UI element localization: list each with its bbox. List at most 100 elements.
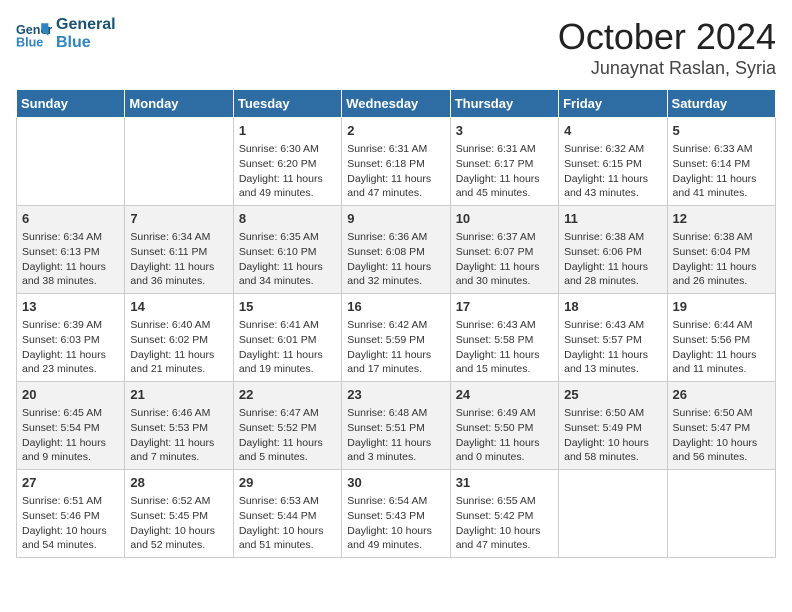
daylight-text: Daylight: 11 hours and 3 minutes. <box>347 436 444 465</box>
sunset-text: Sunset: 5:53 PM <box>130 421 227 436</box>
col-header-thursday: Thursday <box>450 90 558 118</box>
calendar-cell: 25Sunrise: 6:50 AMSunset: 5:49 PMDayligh… <box>559 382 667 470</box>
day-number: 18 <box>564 298 661 316</box>
sunset-text: Sunset: 6:03 PM <box>22 333 119 348</box>
daylight-text: Daylight: 10 hours and 54 minutes. <box>22 524 119 553</box>
daylight-text: Daylight: 11 hours and 0 minutes. <box>456 436 553 465</box>
daylight-text: Daylight: 11 hours and 15 minutes. <box>456 348 553 377</box>
location-title: Junaynat Raslan, Syria <box>558 58 776 79</box>
sunset-text: Sunset: 5:57 PM <box>564 333 661 348</box>
daylight-text: Daylight: 11 hours and 21 minutes. <box>130 348 227 377</box>
daylight-text: Daylight: 10 hours and 49 minutes. <box>347 524 444 553</box>
calendar-cell: 3Sunrise: 6:31 AMSunset: 6:17 PMDaylight… <box>450 118 558 206</box>
calendar-week-3: 13 Sunrise: 6:39 AMSunset: 6:03 PM Dayligh… <box>17 294 776 382</box>
sunrise-text: Sunrise: 6:53 AM <box>239 494 336 509</box>
sunrise-text: Sunrise: 6:37 AM <box>456 230 553 245</box>
daylight-text: Daylight: 11 hours and 34 minutes. <box>239 260 336 289</box>
daylight-text: Daylight: 10 hours and 51 minutes. <box>239 524 336 553</box>
day-number: 15 <box>239 298 336 316</box>
day-number: 25 <box>564 386 661 404</box>
calendar-cell: 31Sunrise: 6:55 AMSunset: 5:42 PMDayligh… <box>450 470 558 558</box>
calendar-cell: 11Sunrise: 6:38 AMSunset: 6:06 PMDayligh… <box>559 206 667 294</box>
day-number: 5 <box>673 122 770 140</box>
sunrise-text: Sunrise: 6:49 AM <box>456 406 553 421</box>
daylight-text: Daylight: 11 hours and 30 minutes. <box>456 260 553 289</box>
sunset-text: Sunset: 5:51 PM <box>347 421 444 436</box>
logo-blue: Blue <box>56 34 116 52</box>
logo-icon: General Blue <box>16 16 52 52</box>
daylight-text: Daylight: 10 hours and 47 minutes. <box>456 524 553 553</box>
daylight-text: Daylight: 11 hours and 28 minutes. <box>564 260 661 289</box>
day-number: 17 <box>456 298 553 316</box>
calendar-cell: 19Sunrise: 6:44 AMSunset: 5:56 PMDayligh… <box>667 294 775 382</box>
day-number: 11 <box>564 210 661 228</box>
sunset-text: Sunset: 5:52 PM <box>239 421 336 436</box>
daylight-text: Daylight: 11 hours and 26 minutes. <box>673 260 770 289</box>
col-header-wednesday: Wednesday <box>342 90 450 118</box>
calendar-cell: 5Sunrise: 6:33 AMSunset: 6:14 PMDaylight… <box>667 118 775 206</box>
sunrise-text: Sunrise: 6:34 AM <box>22 230 119 245</box>
sunset-text: Sunset: 6:13 PM <box>22 245 119 260</box>
sunrise-text: Sunrise: 6:33 AM <box>673 142 770 157</box>
calendar-cell: 4Sunrise: 6:32 AMSunset: 6:15 PMDaylight… <box>559 118 667 206</box>
calendar-cell: 17Sunrise: 6:43 AMSunset: 5:58 PMDayligh… <box>450 294 558 382</box>
daylight-text: Daylight: 11 hours and 49 minutes. <box>239 172 336 201</box>
day-number: 20 <box>22 386 119 404</box>
sunset-text: Sunset: 6:18 PM <box>347 157 444 172</box>
day-number: 12 <box>673 210 770 228</box>
calendar-week-5: 27Sunrise: 6:51 AMSunset: 5:46 PMDayligh… <box>17 470 776 558</box>
calendar-cell: 18Sunrise: 6:43 AMSunset: 5:57 PMDayligh… <box>559 294 667 382</box>
calendar-cell: 10Sunrise: 6:37 AMSunset: 6:07 PMDayligh… <box>450 206 558 294</box>
daylight-text: Daylight: 11 hours and 19 minutes. <box>239 348 336 377</box>
daylight-text: Daylight: 11 hours and 11 minutes. <box>673 348 770 377</box>
daylight-text: Daylight: 10 hours and 56 minutes. <box>673 436 770 465</box>
sunset-text: Sunset: 6:08 PM <box>347 245 444 260</box>
calendar-cell: 7Sunrise: 6:34 AMSunset: 6:11 PMDaylight… <box>125 206 233 294</box>
daylight-text: Daylight: 11 hours and 13 minutes. <box>564 348 661 377</box>
calendar-cell: 8Sunrise: 6:35 AMSunset: 6:10 PMDaylight… <box>233 206 341 294</box>
day-number: 27 <box>22 474 119 492</box>
sunset-text: Sunset: 6:14 PM <box>673 157 770 172</box>
sunrise-text: Sunrise: 6:52 AM <box>130 494 227 509</box>
sunset-text: Sunset: 5:59 PM <box>347 333 444 348</box>
sunrise-text: Sunrise: 6:36 AM <box>347 230 444 245</box>
calendar-cell: 21Sunrise: 6:46 AMSunset: 5:53 PMDayligh… <box>125 382 233 470</box>
day-number: 9 <box>347 210 444 228</box>
sunset-text: Sunset: 6:02 PM <box>130 333 227 348</box>
sunset-text: Sunset: 5:46 PM <box>22 509 119 524</box>
day-number: 21 <box>130 386 227 404</box>
sunrise-text: Sunrise: 6:31 AM <box>347 142 444 157</box>
day-number: 29 <box>239 474 336 492</box>
sunset-text: Sunset: 5:50 PM <box>456 421 553 436</box>
logo-general: General <box>56 16 116 34</box>
sunrise-text: Sunrise: 6:50 AM <box>673 406 770 421</box>
day-number: 1 <box>239 122 336 140</box>
calendar-cell <box>667 470 775 558</box>
sunset-text: Sunset: 5:44 PM <box>239 509 336 524</box>
day-number: 6 <box>22 210 119 228</box>
daylight-text: Daylight: 10 hours and 52 minutes. <box>130 524 227 553</box>
day-number: 24 <box>456 386 553 404</box>
calendar-cell: 13Sunrise: 6:39 AMSunset: 6:03 PMDayligh… <box>17 294 125 382</box>
sunrise-text: Sunrise: 6:42 AM <box>347 318 444 333</box>
sunrise-text: Sunrise: 6:48 AM <box>347 406 444 421</box>
sunrise-text: Sunrise: 6:38 AM <box>673 230 770 245</box>
sunset-text: Sunset: 6:10 PM <box>239 245 336 260</box>
sunrise-text: Sunrise: 6:46 AM <box>130 406 227 421</box>
sunset-text: Sunset: 6:20 PM <box>239 157 336 172</box>
sunset-text: Sunset: 5:43 PM <box>347 509 444 524</box>
calendar-week-1: 1Sunrise: 6:30 AMSunset: 6:20 PMDaylight… <box>17 118 776 206</box>
sunrise-text: Sunrise: 6:38 AM <box>564 230 661 245</box>
title-block: October 2024 Junaynat Raslan, Syria <box>558 16 776 79</box>
calendar-cell <box>559 470 667 558</box>
calendar-cell: 16Sunrise: 6:42 AMSunset: 5:59 PMDayligh… <box>342 294 450 382</box>
sunrise-text: Sunrise: 6:39 AM <box>22 318 119 333</box>
calendar-cell: 26Sunrise: 6:50 AMSunset: 5:47 PMDayligh… <box>667 382 775 470</box>
col-header-tuesday: Tuesday <box>233 90 341 118</box>
day-number: 8 <box>239 210 336 228</box>
daylight-text: Daylight: 11 hours and 38 minutes. <box>22 260 119 289</box>
day-number: 10 <box>456 210 553 228</box>
calendar-cell: 24 Sunrise: 6:49 AMSunset: 5:50 PMDayligh… <box>450 382 558 470</box>
daylight-text: Daylight: 11 hours and 17 minutes. <box>347 348 444 377</box>
day-number: 13 <box>22 298 119 316</box>
